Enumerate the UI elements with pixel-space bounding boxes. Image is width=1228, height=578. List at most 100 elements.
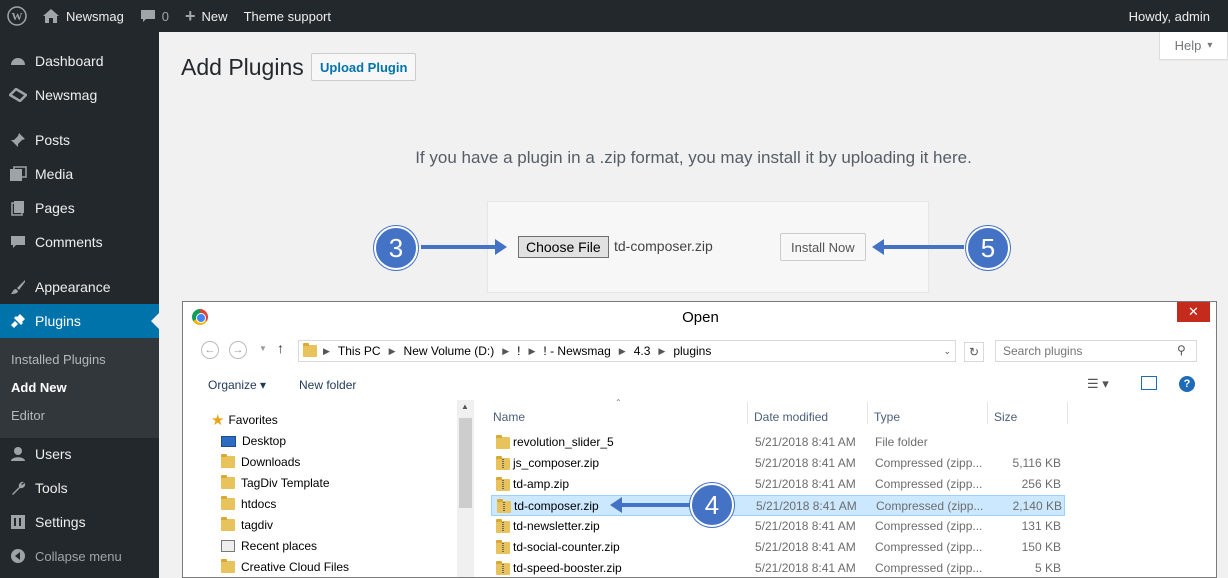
breadcrumb[interactable]: ▶ This PC ▶ New Volume (D:) ▶ ! ▶ ! - Ne…: [298, 340, 956, 362]
sidebar-item-users[interactable]: Users: [0, 437, 159, 471]
selected-file-name: td-composer.zip: [614, 238, 713, 254]
nav-item-tagdiv[interactable]: tagdiv: [221, 515, 273, 535]
file-row[interactable]: revolution_slider_5 5/21/2018 8:41 AM Fi…: [491, 432, 1065, 453]
search-input[interactable]: [995, 340, 1197, 362]
nav-item-creative-cloud-files[interactable]: Creative Cloud Files: [221, 557, 349, 577]
back-arrow-icon[interactable]: ←: [201, 341, 219, 359]
file-row[interactable]: js_composer.zip 5/21/2018 8:41 AM Compre…: [491, 453, 1065, 474]
collapse-menu-button[interactable]: Collapse menu: [0, 539, 159, 573]
file-row[interactable]: td-social-counter.zip 5/21/2018 8:41 AM …: [491, 537, 1065, 558]
sidebar-item-label: Tools: [35, 480, 68, 496]
sidebar-item-appearance[interactable]: Appearance: [0, 270, 159, 304]
forward-arrow-icon[interactable]: →: [229, 341, 247, 359]
address-bar: ← → ▼ ↑ ▶ This PC ▶ New Volume (D:) ▶ ! …: [183, 332, 1216, 370]
sidebar-item-label: Dashboard: [35, 53, 104, 69]
file-date: 5/21/2018 8:41 AM: [755, 435, 856, 449]
column-header-size[interactable]: Size: [994, 406, 1017, 428]
submenu-add-new[interactable]: Add New: [11, 380, 67, 395]
view-options-icon[interactable]: ☰ ▾: [1087, 376, 1109, 392]
chevron-down-icon[interactable]: ⌄: [943, 346, 951, 357]
nav-item-htdocs[interactable]: htdocs: [221, 494, 276, 514]
up-arrow-icon[interactable]: ↑: [277, 340, 284, 356]
new-folder-button[interactable]: New folder: [299, 378, 356, 392]
column-header-name[interactable]: Name: [493, 406, 525, 428]
recent-locations-chevron-icon[interactable]: ▼: [259, 344, 267, 353]
breadcrumb-item[interactable]: !: [517, 344, 520, 358]
refresh-icon[interactable]: ↻: [964, 342, 984, 362]
help-icon[interactable]: ?: [1179, 376, 1195, 392]
nav-item-tagdiv-template[interactable]: TagDiv Template: [221, 473, 330, 493]
sidebar-item-label: Appearance: [35, 279, 111, 295]
new-label: New: [201, 8, 228, 24]
help-tab[interactable]: Help ▾: [1159, 32, 1228, 60]
file-date: 5/21/2018 8:41 AM: [756, 499, 857, 513]
sidebar-item-settings[interactable]: Settings: [0, 505, 159, 539]
sidebar-item-label: Plugins: [35, 313, 81, 329]
comments-link[interactable]: 0: [132, 0, 177, 32]
new-content-link[interactable]: + New: [177, 0, 236, 32]
breadcrumb-item[interactable]: ! - Newsmag: [543, 344, 610, 358]
wordpress-logo-icon[interactable]: W: [0, 0, 34, 32]
sidebar-item-comments[interactable]: Comments: [0, 225, 159, 259]
file-size: 5,116 KB: [1012, 456, 1061, 470]
step-5-arrow: [872, 239, 964, 255]
nav-item-favorites[interactable]: ★ Favorites: [211, 410, 278, 430]
install-now-button[interactable]: Install Now: [780, 233, 866, 261]
sidebar-item-tools[interactable]: Tools: [0, 471, 159, 505]
comment-bubble-icon: [140, 10, 155, 22]
sidebar-item-posts[interactable]: Posts: [0, 123, 159, 157]
nav-item-recent-places[interactable]: Recent places: [221, 536, 317, 556]
file-date: 5/21/2018 8:41 AM: [755, 519, 856, 533]
breadcrumb-item[interactable]: This PC: [338, 344, 381, 358]
nav-item-desktop[interactable]: Desktop: [221, 431, 286, 451]
page-title: Add Plugins: [181, 54, 304, 80]
zip-file-icon: [496, 477, 510, 491]
zip-file-icon: [496, 456, 510, 470]
dialog-title: Open: [682, 308, 719, 326]
sidebar-item-pages[interactable]: Pages: [0, 191, 159, 225]
sidebar-item-dashboard[interactable]: Dashboard: [0, 44, 159, 78]
theme-support-link[interactable]: Theme support: [236, 0, 339, 32]
sidebar-item-media[interactable]: Media: [0, 157, 159, 191]
nav-item-downloads[interactable]: Downloads: [221, 452, 300, 472]
submenu-installed-plugins[interactable]: Installed Plugins: [11, 352, 106, 367]
pages-icon: [0, 200, 35, 216]
column-header-type[interactable]: Type: [874, 406, 900, 428]
breadcrumb-item[interactable]: plugins: [673, 344, 711, 358]
upload-plugin-button[interactable]: Upload Plugin: [311, 53, 417, 81]
file-row[interactable]: td-newsletter.zip 5/21/2018 8:41 AM Comp…: [491, 516, 1065, 537]
step-5-badge: 5: [966, 226, 1010, 270]
breadcrumb-item[interactable]: New Volume (D:): [404, 344, 495, 358]
choose-file-button[interactable]: Choose File: [518, 236, 609, 258]
file-row[interactable]: td-amp.zip 5/21/2018 8:41 AM Compressed …: [491, 474, 1065, 495]
breadcrumb-item[interactable]: 4.3: [634, 344, 651, 358]
site-name-link[interactable]: Newsmag: [34, 0, 132, 32]
search-icon: ⚲: [1177, 343, 1186, 357]
breadcrumb-separator-icon: ▶: [618, 345, 626, 356]
file-row[interactable]: td-speed-booster.zip 5/21/2018 8:41 AM C…: [491, 558, 1065, 577]
column-header-date-modified[interactable]: Date modified: [754, 406, 828, 428]
file-type: Compressed (zipp...: [875, 540, 983, 554]
sidebar-item-plugins[interactable]: Plugins: [0, 304, 159, 338]
submenu-editor[interactable]: Editor: [11, 408, 45, 423]
plugins-submenu: Installed Plugins Add New Editor: [0, 338, 159, 438]
column-divider: [747, 402, 748, 424]
howdy-account[interactable]: Howdy, admin: [1121, 0, 1218, 32]
breadcrumb-separator-icon: ▶: [502, 345, 510, 356]
recent-places-icon: [221, 540, 235, 552]
close-button[interactable]: ✕: [1177, 302, 1210, 322]
chevron-down-icon: ▾: [1207, 40, 1213, 51]
dialog-toolbar: Organize ▾ New folder ☰ ▾ ?: [183, 370, 1216, 400]
scrollbar-thumb[interactable]: [459, 418, 472, 508]
desktop-icon: [221, 435, 236, 447]
preview-pane-icon[interactable]: [1141, 376, 1157, 390]
zip-file-icon: [496, 540, 510, 554]
navigation-pane: ★ Favorites Desktop Downloads TagDiv Tem…: [191, 400, 473, 577]
file-row-selected[interactable]: td-composer.zip 5/21/2018 8:41 AM Compre…: [491, 495, 1065, 516]
navigation-scrollbar[interactable]: ▲: [457, 400, 474, 577]
sidebar-item-newsmag[interactable]: Newsmag: [0, 78, 159, 112]
organize-button[interactable]: Organize ▾: [208, 378, 266, 392]
scroll-up-icon[interactable]: ▲: [461, 402, 469, 411]
folder-icon: [221, 475, 235, 489]
file-size: 150 KB: [1021, 540, 1061, 554]
